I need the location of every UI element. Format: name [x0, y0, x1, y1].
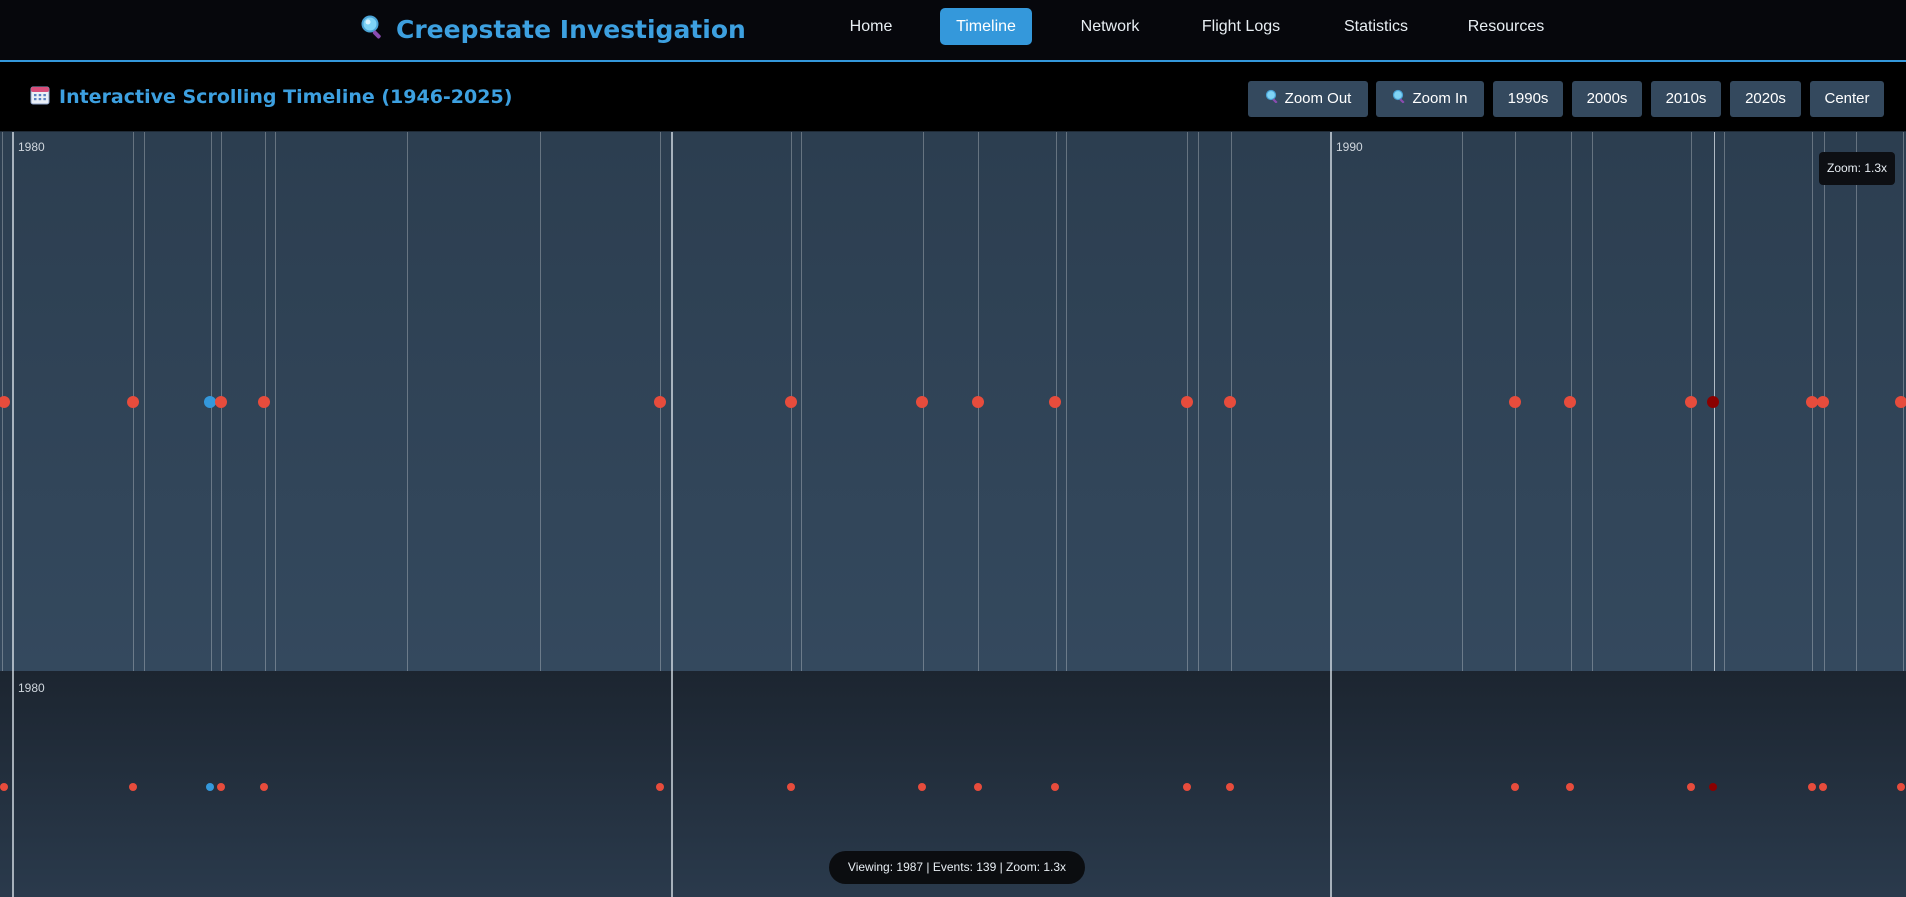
overview-event-marker [1808, 783, 1816, 791]
nav-network[interactable]: Network [1070, 8, 1150, 45]
timeline-event-marker[interactable] [916, 396, 928, 408]
year-label-1980: 1980 [18, 140, 45, 154]
zoom-badge: Zoom: 1.3x [1819, 152, 1895, 185]
nav-resources[interactable]: Resources [1464, 8, 1548, 45]
event-gridline [540, 132, 541, 671]
decade-2020s-button[interactable]: 2020s [1730, 81, 1801, 117]
decade-1990s-button[interactable]: 1990s [1493, 81, 1563, 117]
overview-event-marker [974, 783, 982, 791]
nav-flight-logs[interactable]: Flight Logs [1196, 8, 1286, 45]
overview-event-marker [0, 783, 8, 791]
overview-event-marker [260, 783, 268, 791]
brand-title: Creepstate Investigation [396, 14, 746, 44]
timeline-event-marker[interactable] [215, 396, 227, 408]
zoom-out-button[interactable]: Zoom Out [1248, 81, 1368, 117]
timeline-title-text: Interactive Scrolling Timeline (1946-202… [59, 86, 513, 108]
calendar-icon [30, 85, 50, 109]
event-gridline [1856, 132, 1857, 671]
overview-event-marker [1687, 783, 1695, 791]
overview-event-marker [1897, 783, 1905, 791]
nav-statistics[interactable]: Statistics [1336, 8, 1416, 45]
event-gridline [1198, 132, 1199, 671]
timeline-event-marker[interactable] [258, 396, 270, 408]
overview-event-marker [1819, 783, 1827, 791]
year-label-1990: 1990 [1336, 140, 1363, 154]
nav-home[interactable]: Home [836, 8, 906, 45]
event-gridline [275, 132, 276, 671]
timeline-event-marker[interactable] [127, 396, 139, 408]
zoom-out-label: Zoom Out [1284, 90, 1352, 107]
timeline-event-marker[interactable] [1817, 396, 1829, 408]
timeline-event-marker[interactable] [1895, 396, 1906, 408]
zoom-in-button[interactable]: Zoom In [1376, 81, 1484, 117]
center-button[interactable]: Center [1810, 81, 1884, 117]
overview-event-marker [1566, 783, 1574, 791]
overview-year-label-1980: 1980 [18, 681, 45, 695]
decade-gridline [1330, 132, 1332, 671]
overview-event-marker [1183, 783, 1191, 791]
timeline-event-marker[interactable] [972, 396, 984, 408]
nav-timeline[interactable]: Timeline [940, 8, 1032, 45]
overview-event-marker [918, 783, 926, 791]
overview-event-marker [656, 783, 664, 791]
timeline-event-marker[interactable] [1181, 396, 1193, 408]
overview-event-marker [1709, 783, 1717, 791]
overview-event-marker [1226, 783, 1234, 791]
timeline-event-marker[interactable] [1564, 396, 1576, 408]
timeline-header: Interactive Scrolling Timeline (1946-202… [0, 62, 1906, 132]
magnifier-icon [1265, 81, 1279, 117]
event-gridline [1462, 132, 1463, 671]
status-indicator: Viewing: 1987 | Events: 139 | Zoom: 1.3x [829, 851, 1085, 884]
overview-event-marker [129, 783, 137, 791]
main-timeline[interactable]: 1980 1990 [0, 132, 1906, 671]
event-gridline [1592, 132, 1593, 671]
decade-gridline [1330, 671, 1332, 897]
timeline-event-marker[interactable] [654, 396, 666, 408]
decade-gridline [12, 132, 14, 671]
overview-event-marker [217, 783, 225, 791]
top-navbar: Creepstate Investigation Home Timeline N… [0, 0, 1906, 62]
timeline-event-marker[interactable] [785, 396, 797, 408]
event-gridline [1724, 132, 1725, 671]
brand[interactable]: Creepstate Investigation [360, 12, 746, 46]
decade-2000s-button[interactable]: 2000s [1572, 81, 1642, 117]
timeline-event-marker[interactable] [1509, 396, 1521, 408]
overview-event-marker [1051, 783, 1059, 791]
decade-2010s-button[interactable]: 2010s [1651, 81, 1721, 117]
event-gridline [1066, 132, 1067, 671]
decade-gridline [671, 132, 673, 671]
magnifier-icon [360, 14, 386, 44]
timeline-event-marker[interactable] [1049, 396, 1061, 408]
timeline-event-marker[interactable] [1685, 396, 1697, 408]
zoom-in-label: Zoom In [1412, 90, 1468, 107]
overview-event-marker [1511, 783, 1519, 791]
decade-gridline [671, 671, 673, 897]
timeline-event-marker[interactable] [1224, 396, 1236, 408]
decade-gridline [12, 671, 14, 897]
overview-event-marker [206, 783, 214, 791]
event-gridline [144, 132, 145, 671]
event-gridline [801, 132, 802, 671]
overview-event-marker [787, 783, 795, 791]
event-gridline [407, 132, 408, 671]
timeline-event-marker[interactable] [1707, 396, 1719, 408]
magnifier-icon [1392, 81, 1406, 117]
timeline-title: Interactive Scrolling Timeline (1946-202… [30, 84, 512, 110]
timeline-event-marker[interactable] [0, 396, 10, 408]
